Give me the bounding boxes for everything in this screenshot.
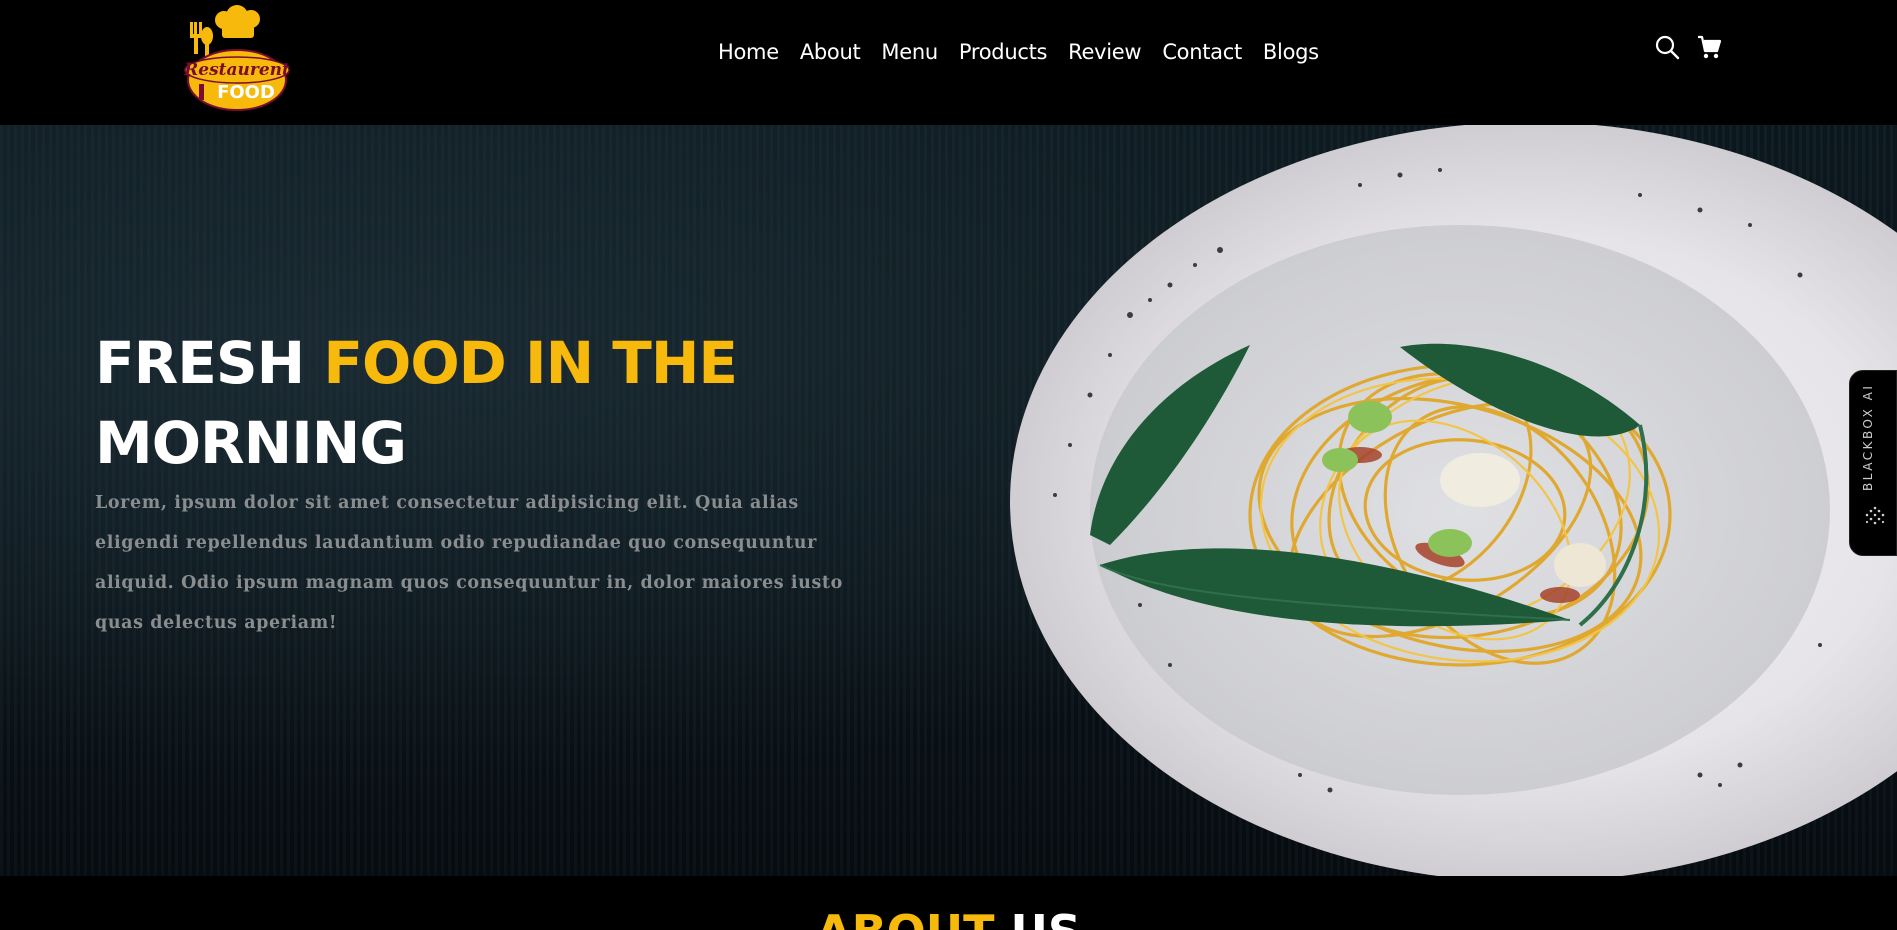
nav-contact[interactable]: Contact [1162, 40, 1242, 64]
nav-about[interactable]: About [800, 40, 861, 64]
header-icons [1654, 34, 1722, 60]
about-title-accent: ABOUT [816, 905, 995, 930]
main-nav: Home About Menu Products Review Contact … [718, 40, 1319, 64]
hero-description: Lorem, ipsum dolor sit amet consectetur … [95, 493, 843, 633]
nav-menu[interactable]: Menu [881, 40, 938, 64]
hero-title-white-1: FRESH [95, 329, 324, 397]
nav-review[interactable]: Review [1068, 40, 1141, 64]
blackbox-dots-icon [1865, 506, 1885, 525]
cart-icon[interactable] [1696, 34, 1722, 60]
logo-text-top: Restaurent [183, 60, 290, 80]
about-section-title: ABOUT US [0, 905, 1897, 930]
hero-title-white-2: MORNING [95, 409, 407, 477]
about-title-white: US [995, 905, 1082, 930]
search-icon[interactable] [1654, 34, 1680, 60]
restaurant-logo[interactable]: Restaurent FOOD [174, 0, 300, 115]
nav-home[interactable]: Home [718, 40, 779, 64]
hero-title-accent: FOOD IN THE [323, 329, 738, 397]
nav-products[interactable]: Products [959, 40, 1048, 64]
site-header: Restaurent FOOD Home About Menu Products… [0, 0, 1897, 125]
blackbox-ai-label: BLACKBOX AI [1861, 383, 1875, 491]
nav-blogs[interactable]: Blogs [1263, 40, 1319, 64]
pasta-plate-image [740, 125, 1897, 876]
logo-text-bottom: FOOD [217, 82, 275, 103]
hero-section: FRESH FOOD IN THE MORNING Lorem, ipsum d… [0, 125, 1897, 876]
hero-title: FRESH FOOD IN THE MORNING [95, 323, 738, 483]
blackbox-ai-tab[interactable]: BLACKBOX AI [1849, 370, 1897, 556]
